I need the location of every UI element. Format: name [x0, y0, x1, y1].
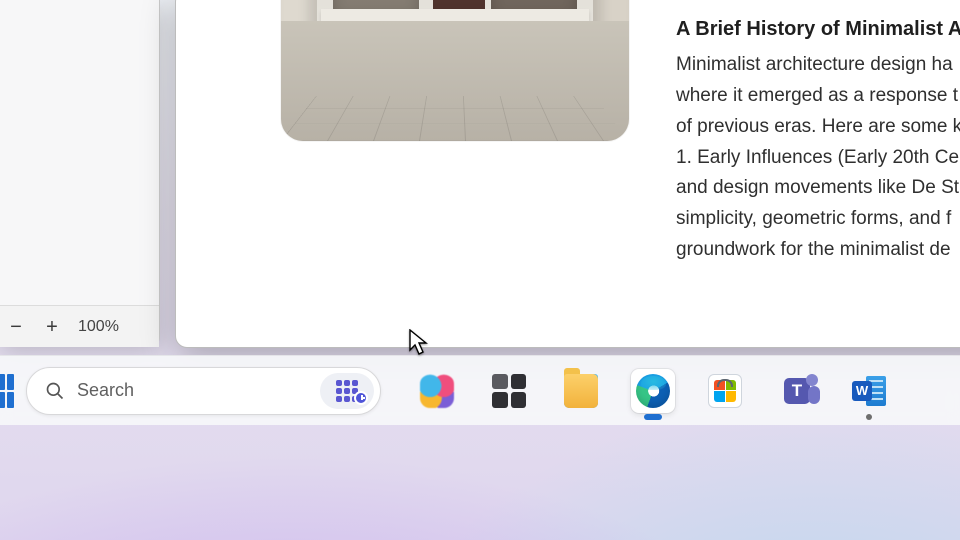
- taskbar-app-store[interactable]: [703, 369, 747, 413]
- article-line: where it emerged as a response t: [676, 81, 960, 112]
- zoom-out-button[interactable]: −: [6, 317, 26, 337]
- article-line: of previous eras. Here are some k: [676, 112, 960, 143]
- active-indicator: [644, 414, 662, 420]
- zoom-value: 100%: [78, 318, 119, 336]
- taskbar-app-word[interactable]: W: [847, 369, 891, 413]
- edge-icon: [636, 374, 670, 408]
- article-text: A Brief History of Minimalist Arc Minima…: [676, 13, 960, 266]
- zoom-in-button[interactable]: +: [42, 317, 62, 337]
- taskbar-app-teams[interactable]: T: [775, 369, 819, 413]
- article-line: Minimalist architecture design ha: [676, 50, 960, 81]
- search-icon: [45, 381, 65, 401]
- store-icon: [708, 374, 742, 408]
- running-indicator: [866, 414, 872, 420]
- start-button[interactable]: [0, 367, 14, 415]
- article-line: groundwork for the minimalist de: [676, 235, 960, 266]
- copilot-icon: [420, 374, 454, 408]
- taskbar: Search T W: [0, 355, 960, 425]
- page-content[interactable]: A Brief History of Minimalist Arc Minima…: [176, 0, 960, 347]
- taskbar-app-explorer[interactable]: [559, 369, 603, 413]
- article-heading: A Brief History of Minimalist Arc: [676, 13, 960, 46]
- taskbar-apps: T W: [415, 369, 891, 413]
- background-window: − + 100%: [0, 0, 160, 347]
- clock-badge-icon: [354, 391, 368, 405]
- taskbar-app-taskview[interactable]: [487, 369, 531, 413]
- article-line: and design movements like De St: [676, 173, 960, 204]
- search-placeholder: Search: [77, 380, 308, 401]
- taskbar-app-copilot[interactable]: [415, 369, 459, 413]
- article-hero-image: [281, 0, 629, 141]
- article-line: simplicity, geometric forms, and f: [676, 204, 960, 235]
- taskbar-app-edge[interactable]: [631, 369, 675, 413]
- taskview-icon: [492, 374, 526, 408]
- folder-icon: [564, 374, 598, 408]
- article-line: 1. Early Influences (Early 20th Ce: [676, 143, 960, 174]
- zoom-toolbar: − + 100%: [0, 305, 159, 347]
- browser-window: A Brief History of Minimalist Arc Minima…: [175, 0, 960, 348]
- teams-icon: T: [780, 374, 814, 408]
- taskbar-search[interactable]: Search: [26, 367, 381, 415]
- search-highlight-widget[interactable]: [320, 373, 374, 409]
- word-icon: W: [852, 374, 886, 408]
- windows-logo-icon: [0, 374, 14, 408]
